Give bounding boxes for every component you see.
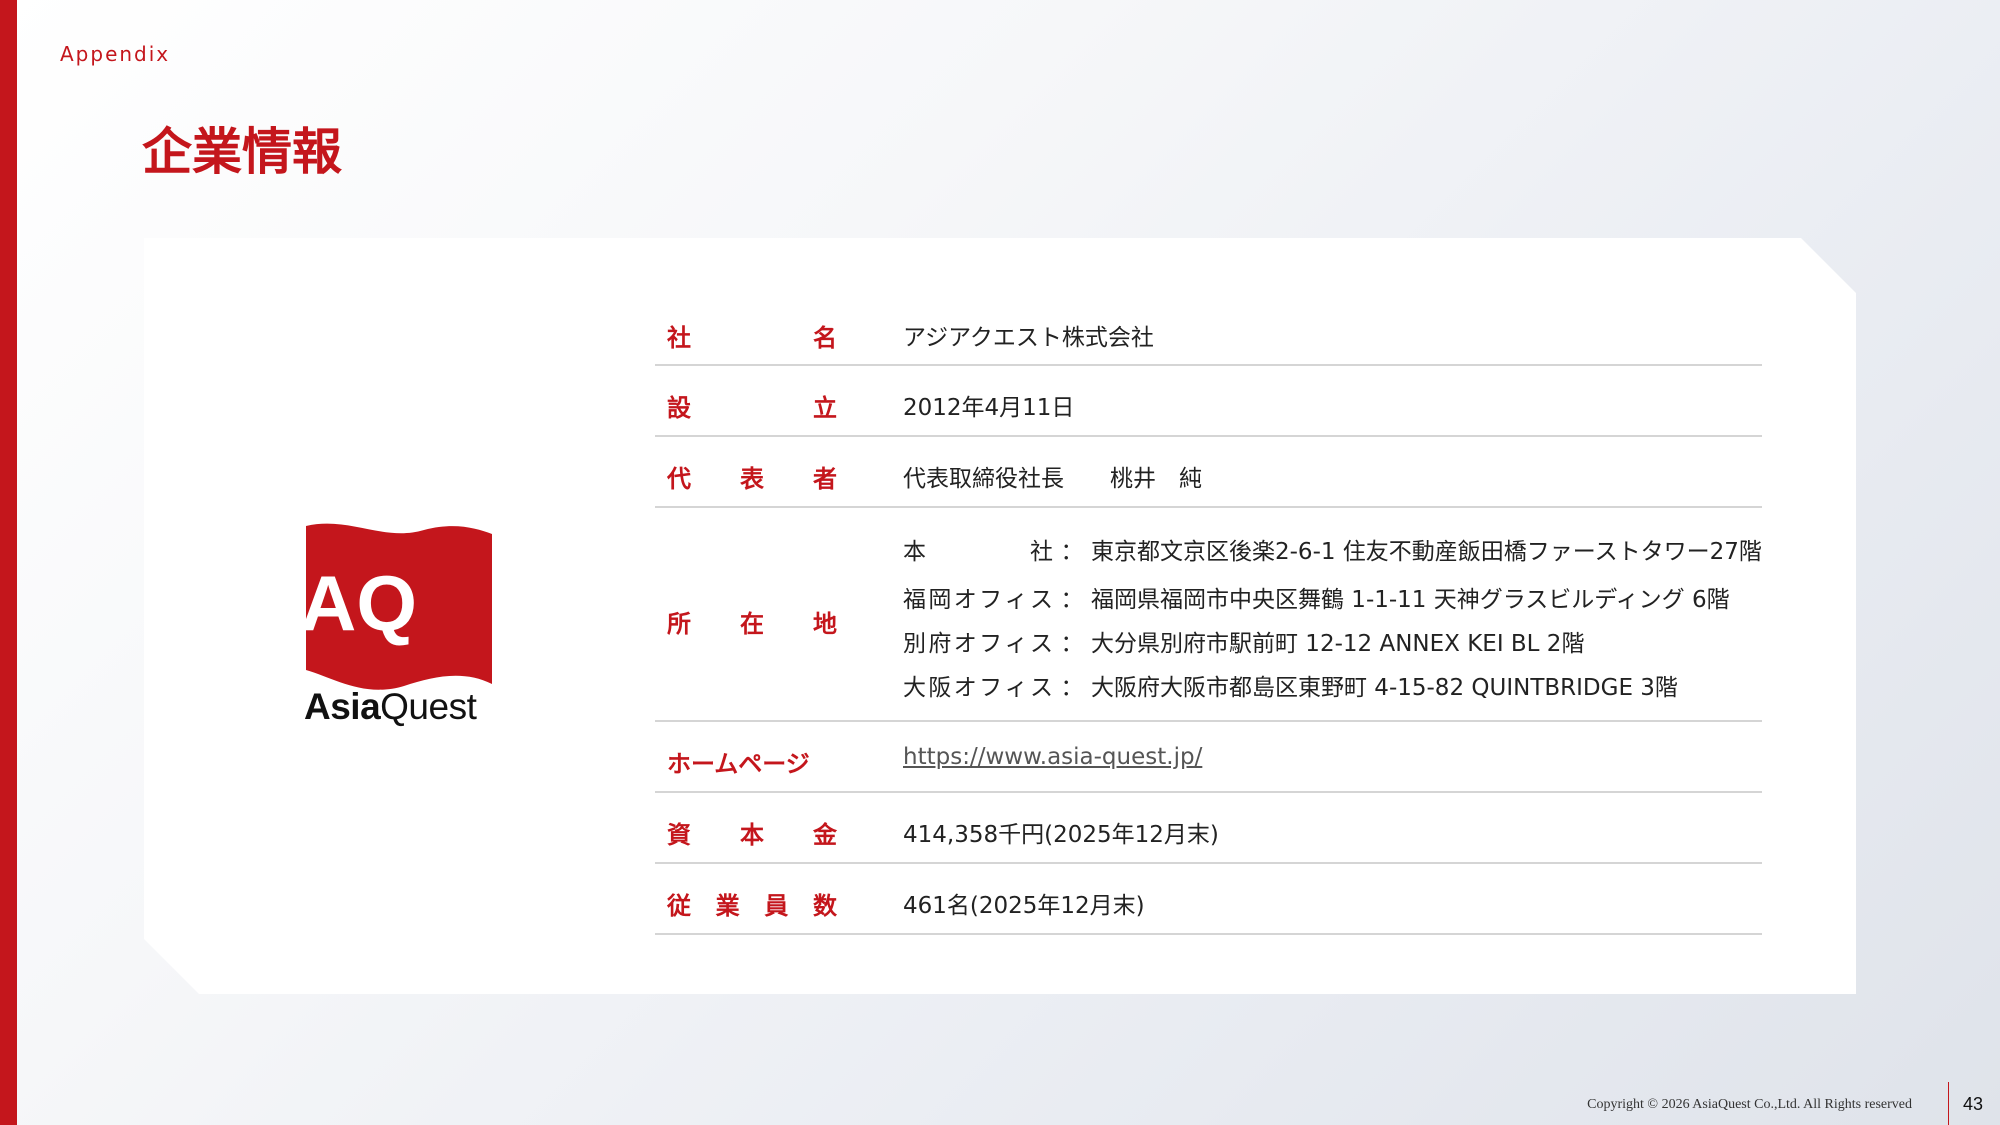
row-locations: 所在地 本社 ： 東京都文京区後楽2-6-1 住友不動産飯田橋ファーストタワー2… [655,508,1762,722]
row-label: 社名 [667,324,837,352]
row-label: ホームページ [667,750,810,778]
logo-wordmark: AsiaQuest [304,686,504,728]
representative-value: 代表取締役社長 桃井 純 [903,466,1202,492]
row-employees: 従業員数 461名(2025年12月末) [655,864,1762,935]
row-company-name: 社名 アジアクエスト株式会社 [655,300,1762,366]
row-label: 代表者 [667,465,837,493]
address-beppu: 別府オフィス ： 大分県別府市駅前町 12-12 ANNEX KEI BL 2階 [903,631,1585,657]
row-capital: 資本金 414,358千円(2025年12月末) [655,793,1762,864]
homepage-link[interactable]: https://www.asia-quest.jp/ [903,744,1202,770]
address-osaka: 大阪オフィス ： 大阪府大阪市都島区東野町 4-15-82 QUINTBRIDG… [903,675,1678,701]
logo-wordmark-light: Quest [380,686,477,727]
founded-value: 2012年4月11日 [903,395,1075,421]
row-homepage: ホームページ https://www.asia-quest.jp/ [655,722,1762,793]
section-label: Appendix [60,42,171,66]
homepage-value: https://www.asia-quest.jp/ [903,744,1202,770]
footer-copyright: Copyright © 2026 AsiaQuest Co.,Ltd. All … [1587,1097,1912,1112]
employees-value: 461名(2025年12月末) [903,893,1145,919]
logo-mark: AQ [304,559,417,647]
page-title: 企業情報 [142,123,342,181]
accent-bar [0,0,17,1125]
logo-wordmark-bold: Asia [304,686,381,727]
row-label: 設立 [667,394,837,422]
capital-value: 414,358千円(2025年12月末) [903,822,1219,848]
address-fukuoka: 福岡オフィス ： 福岡県福岡市中央区舞鶴 1-1-11 天神グラスビルディング … [903,587,1730,613]
row-representative: 代表者 代表取締役社長 桃井 純 [655,437,1762,508]
footer-divider [1948,1082,1949,1125]
row-label: 資本金 [667,821,837,849]
row-founded: 設立 2012年4月11日 [655,366,1762,437]
company-name-value: アジアクエスト株式会社 [903,325,1154,351]
page-number: 43 [1963,1094,1984,1114]
row-label: 従業員数 [667,892,837,920]
address-head-office: 本社 ： 東京都文京区後楽2-6-1 住友不動産飯田橋ファーストタワー27階 [903,539,1762,565]
row-label: 所在地 [667,610,837,638]
